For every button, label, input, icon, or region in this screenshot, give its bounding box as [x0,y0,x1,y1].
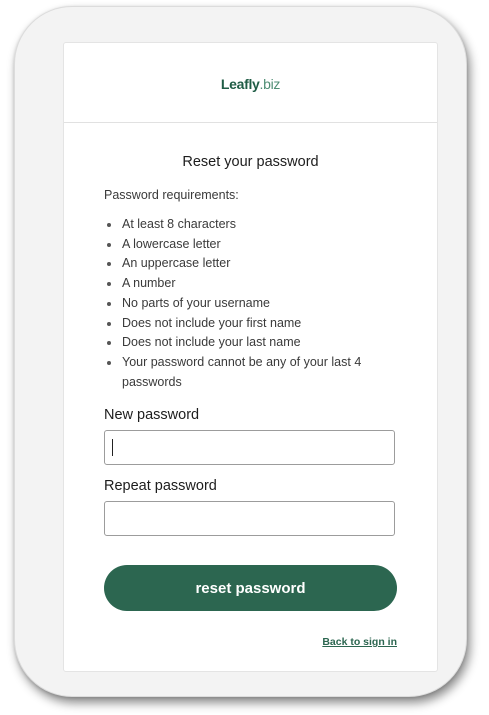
requirements-list: At least 8 characters A lowercase letter… [104,215,404,392]
requirement-item: A lowercase letter [104,235,404,255]
requirement-item: At least 8 characters [104,215,404,235]
new-password-input[interactable] [104,430,395,465]
reset-password-button[interactable]: reset password [104,565,397,611]
requirement-item: Does not include your last name [104,333,404,353]
text-cursor [112,439,113,456]
repeat-password-label: Repeat password [104,478,217,494]
requirements-heading: Password requirements: [104,188,239,202]
back-to-sign-in-link[interactable]: Back to sign in [322,636,397,648]
device-frame: Leafly.biz Reset your password Password … [14,6,467,697]
leafly-logo: Leafly.biz [220,75,281,92]
requirement-item: An uppercase letter [104,254,404,274]
repeat-password-input[interactable] [104,501,395,536]
requirement-item: No parts of your username [104,294,404,314]
page-title: Reset your password [182,154,319,170]
new-password-label: New password [104,407,200,423]
requirement-item: A number [104,274,404,294]
reset-password-card: Leafly.biz Reset your password Password … [63,42,438,672]
requirement-item: Your password cannot be any of your last… [104,353,404,392]
card-header: Leafly.biz [64,43,437,123]
requirement-item: Does not include your first name [104,314,404,334]
